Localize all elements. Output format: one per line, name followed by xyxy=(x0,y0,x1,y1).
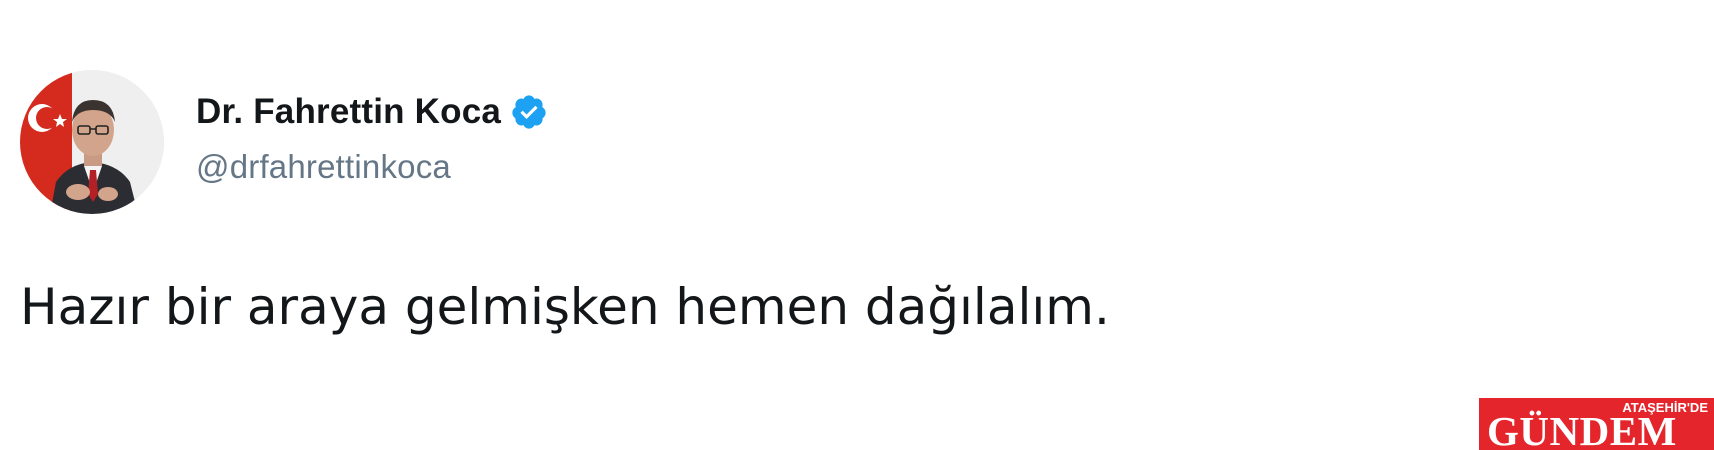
tweet-card: Dr. Fahrettin Koca @drfahrettinkoca Hazı… xyxy=(0,0,1714,450)
watermark-logo: ATAŞEHİR'DE GÜNDEM xyxy=(1479,398,1714,450)
tweet-text: Hazır bir araya gelmişken hemen dağılalı… xyxy=(20,278,1110,336)
profile-photo-icon xyxy=(20,70,164,214)
verified-badge-icon xyxy=(510,93,548,131)
user-handle[interactable]: @drfahrettinkoca xyxy=(196,148,451,186)
watermark-title: GÜNDEM xyxy=(1487,408,1677,450)
display-name-row: Dr. Fahrettin Koca xyxy=(196,88,548,136)
display-name[interactable]: Dr. Fahrettin Koca xyxy=(196,92,501,132)
avatar[interactable] xyxy=(20,70,164,214)
